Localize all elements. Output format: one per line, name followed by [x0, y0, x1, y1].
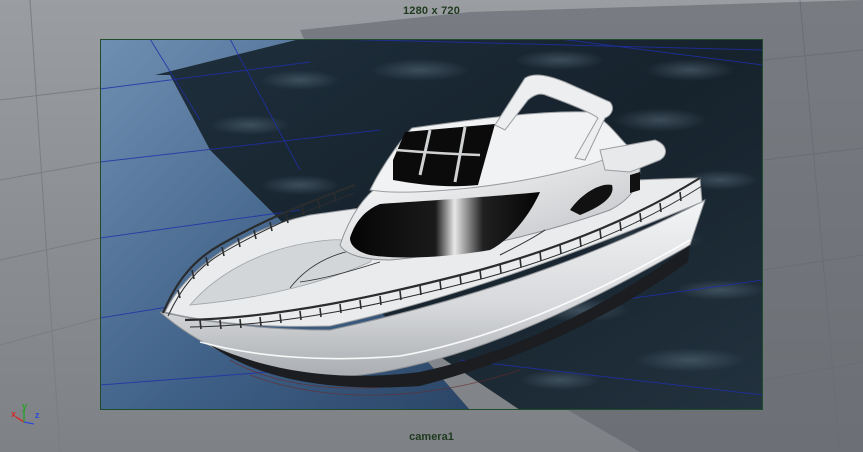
maya-perspective-viewport[interactable]: 1280 x 720 camera1 x y z	[0, 0, 863, 452]
axis-x-label: x	[11, 409, 17, 419]
viewport-scene[interactable]	[0, 0, 863, 452]
axis-z-label: z	[35, 410, 40, 420]
axis-y-label: y	[22, 401, 28, 411]
view-axis-indicator: x y z	[8, 402, 44, 430]
yacht-side-window-2	[630, 172, 640, 193]
resolution-gate-label: 1280 x 720	[402, 5, 461, 17]
camera-name-label: camera1	[409, 431, 454, 443]
